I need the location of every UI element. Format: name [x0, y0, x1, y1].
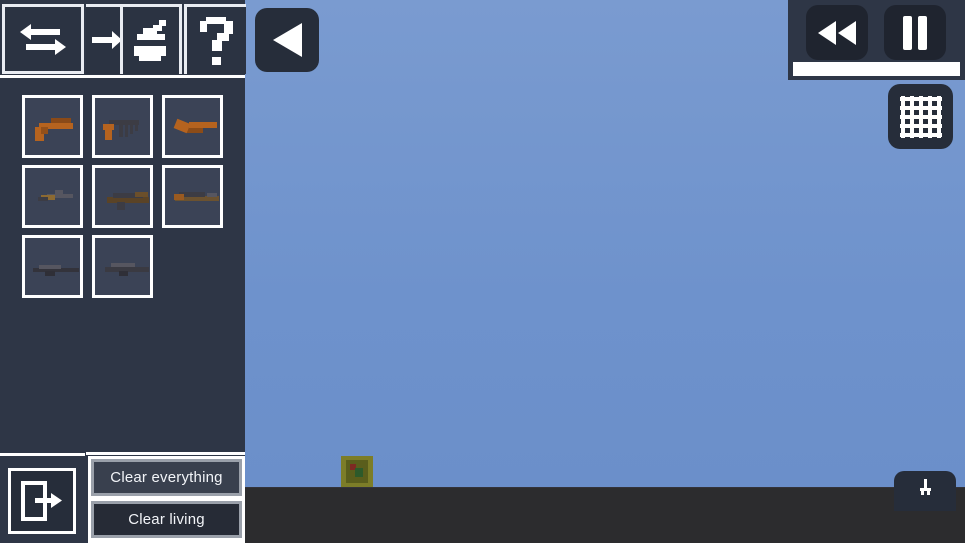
- grenade-tab[interactable]: [120, 4, 182, 74]
- weapon-slot-sniper-rifle[interactable]: [22, 235, 83, 298]
- clear-everything-button[interactable]: Clear everything: [91, 459, 242, 496]
- grenade-icon: [134, 19, 166, 61]
- timeline-slider[interactable]: [793, 62, 960, 76]
- sidebar-tabstrip: [0, 0, 246, 78]
- arrow-right-icon: [92, 30, 122, 49]
- sidebar-divider-right: [86, 452, 245, 455]
- weapon-slot-assault-rifle[interactable]: [92, 165, 153, 228]
- sidebar: Clear everything Clear living: [0, 0, 246, 543]
- triangle-left-icon: [273, 23, 302, 57]
- grid-icon: [899, 95, 942, 138]
- collapse-panel-button[interactable]: [255, 8, 319, 72]
- clear-living-label: Clear living: [128, 511, 205, 528]
- weapon-slot-pistol[interactable]: [22, 95, 83, 158]
- weapon-slot-marksman-rifle[interactable]: [92, 235, 153, 298]
- crate-entity[interactable]: [341, 456, 373, 487]
- pause-button[interactable]: [884, 5, 946, 60]
- swap-arrows-icon: [20, 24, 66, 55]
- sidebar-divider-left: [0, 453, 85, 456]
- pause-icon: [903, 15, 927, 50]
- exit-door-icon: [21, 481, 62, 521]
- weapon-slot-smg[interactable]: [22, 165, 83, 228]
- grid-toggle-button[interactable]: [888, 84, 953, 149]
- rewind-button[interactable]: [806, 5, 868, 60]
- clear-button-group: Clear everything Clear living: [88, 456, 245, 543]
- drawer-handle[interactable]: [894, 471, 956, 511]
- app-root: Clear everything Clear living: [0, 0, 965, 543]
- weapon-grid: [22, 95, 232, 305]
- weapon-slot-battle-rifle[interactable]: [162, 165, 223, 228]
- clear-living-button[interactable]: Clear living: [91, 501, 242, 538]
- anchor-icon: [920, 479, 931, 495]
- help-tab[interactable]: [184, 4, 246, 74]
- weapon-slot-sawed-off[interactable]: [162, 95, 223, 158]
- weapon-slot-machine-pistol[interactable]: [92, 95, 153, 158]
- playback-controls: [788, 0, 965, 80]
- clear-everything-label: Clear everything: [110, 469, 223, 486]
- tabstrip-underline: [0, 75, 245, 78]
- exit-button[interactable]: [8, 468, 76, 534]
- question-mark-icon: [199, 16, 233, 65]
- rewind-icon: [818, 20, 856, 45]
- swap-tab[interactable]: [2, 4, 84, 74]
